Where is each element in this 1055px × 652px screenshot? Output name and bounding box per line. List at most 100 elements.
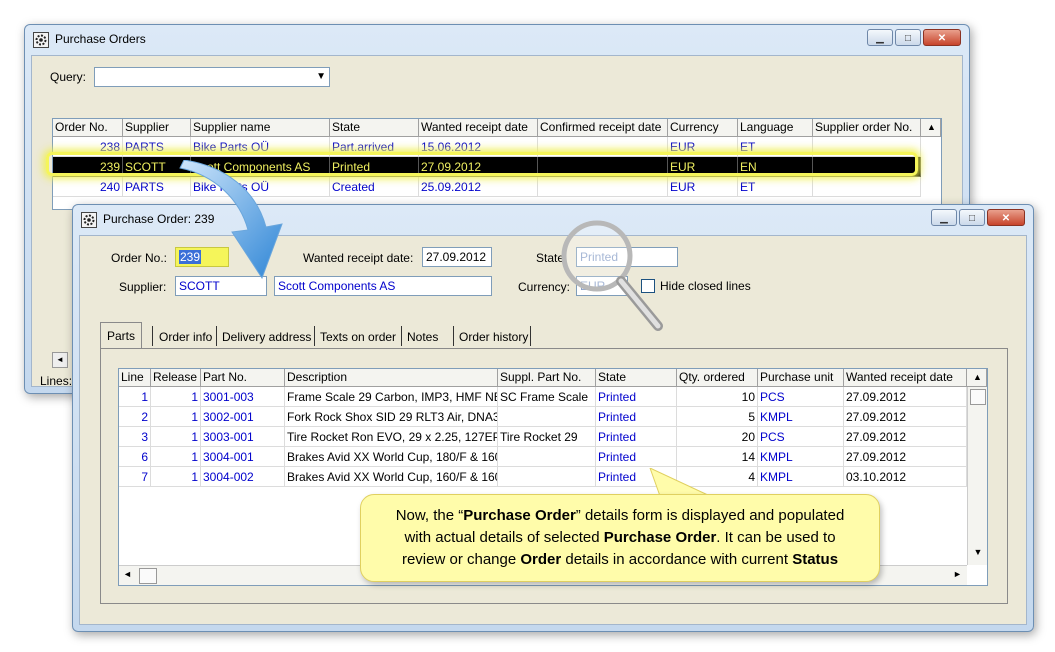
table-row[interactable]: 1 1 3001-003 Frame Scale 29 Carbon, IMP3, H… bbox=[119, 387, 967, 407]
callout-line: review or change Order details in accord… bbox=[361, 549, 879, 571]
table-row[interactable]: 7 1 3004-002 Brakes Avid XX World Cup, 160/… bbox=[119, 467, 967, 487]
cell-qty: 20 bbox=[677, 427, 758, 447]
table-row[interactable]: 6 1 3004-001 Brakes Avid XX World Cup, 180/… bbox=[119, 447, 967, 467]
cell-unit: PCS bbox=[758, 387, 844, 407]
cell-desc: Fork Rock Shox SID 29 RLT3 Air, DNA3 bbox=[285, 407, 498, 427]
cell-confirmed bbox=[538, 177, 668, 197]
cell-desc: Tire Rocket Ron EVO, 29 x 2.25, 127EPI bbox=[285, 427, 498, 447]
cell-wanted: 27.09.2012 bbox=[844, 407, 967, 427]
tab-parts[interactable]: Parts bbox=[100, 322, 143, 349]
scroll-down-icon[interactable]: ▼ bbox=[968, 547, 987, 557]
col-order-no[interactable]: Order No. bbox=[53, 119, 123, 137]
cell-state: Printed bbox=[596, 387, 677, 407]
cell-desc: Brakes Avid XX World Cup, 180/F & 160 bbox=[285, 447, 498, 467]
col-supplier-order[interactable]: Supplier order No. bbox=[813, 119, 921, 137]
cell-unit: KMPL bbox=[758, 467, 844, 487]
window-title: Purchase Orders bbox=[55, 32, 146, 46]
col-purchase-unit[interactable]: Purchase unit bbox=[758, 369, 844, 387]
col-supplier[interactable]: Supplier bbox=[123, 119, 191, 137]
tab-delivery-address[interactable]: Delivery address bbox=[216, 324, 317, 350]
col-description[interactable]: Description bbox=[285, 369, 498, 387]
gear-icon bbox=[33, 32, 49, 48]
callout-line: with actual details of selected Purchase… bbox=[361, 527, 879, 549]
cell-qty: 5 bbox=[677, 407, 758, 427]
cell-suppl bbox=[498, 447, 596, 467]
scroll-up-icon[interactable]: ▲ bbox=[967, 369, 987, 387]
cell-unit: KMPL bbox=[758, 407, 844, 427]
tab-divider bbox=[530, 326, 531, 346]
scroll-thumb[interactable] bbox=[970, 389, 986, 405]
col-release[interactable]: Release bbox=[151, 369, 201, 387]
cell-suppl: Tire Rocket 29 bbox=[498, 427, 596, 447]
close-button[interactable]: ✕ bbox=[923, 29, 961, 46]
cell-state: Created bbox=[330, 177, 419, 197]
cell-release: 1 bbox=[151, 447, 201, 467]
scroll-right-icon[interactable]: ► bbox=[953, 569, 962, 579]
maximize-button[interactable]: □ bbox=[895, 29, 921, 46]
order-no-label: Order No.: bbox=[111, 251, 168, 265]
col-supplier-name[interactable]: Supplier name bbox=[191, 119, 330, 137]
cell-desc: Frame Scale 29 Carbon, IMP3, HMF NET bbox=[285, 387, 498, 407]
tab-order-history[interactable]: Order history bbox=[453, 324, 534, 350]
tab-texts-on-order[interactable]: Texts on order bbox=[314, 324, 402, 350]
query-dropdown[interactable]: ▼ bbox=[94, 67, 330, 87]
cell-part: 3002-001 bbox=[201, 407, 285, 427]
scroll-left-icon[interactable]: ◄ bbox=[52, 352, 68, 368]
curved-arrow-icon bbox=[179, 160, 283, 280]
cell-release: 1 bbox=[151, 427, 201, 447]
cell-qty: 10 bbox=[677, 387, 758, 407]
callout-note: Now, the “Purchase Order” details form i… bbox=[360, 494, 880, 582]
cell-state: Printed bbox=[596, 407, 677, 427]
col-state[interactable]: State bbox=[596, 369, 677, 387]
col-confirmed-date[interactable]: Confirmed receipt date bbox=[538, 119, 668, 137]
tab-notes[interactable]: Notes bbox=[401, 324, 444, 350]
cell-language: ET bbox=[738, 177, 813, 197]
cell-wanted: 27.09.2012 bbox=[844, 427, 967, 447]
supplier-name-field: Scott Components AS bbox=[274, 276, 492, 296]
wanted-date-label: Wanted receipt date: bbox=[303, 251, 414, 265]
tab-order-info[interactable]: Order info bbox=[153, 324, 218, 350]
callout-text: review or change bbox=[401, 551, 521, 568]
supplier-label: Supplier: bbox=[119, 280, 167, 294]
cell-suppl bbox=[498, 467, 596, 487]
scroll-left-icon[interactable]: ◄ bbox=[123, 569, 132, 579]
scroll-up-icon[interactable]: ▲ bbox=[921, 119, 941, 137]
cell-release: 1 bbox=[151, 407, 201, 427]
col-wanted-date[interactable]: Wanted receipt date bbox=[844, 369, 967, 387]
cell-line: 3 bbox=[119, 427, 151, 447]
col-part-no[interactable]: Part No. bbox=[201, 369, 285, 387]
vertical-scrollbar[interactable]: ▼ bbox=[967, 387, 987, 565]
col-line[interactable]: Line bbox=[119, 369, 151, 387]
callout-line: Now, the “Purchase Order” details form i… bbox=[361, 505, 879, 527]
cell-qty: 14 bbox=[677, 447, 758, 467]
cell-release: 1 bbox=[151, 387, 201, 407]
cell-line: 2 bbox=[119, 407, 151, 427]
cell-supplier-order bbox=[813, 177, 921, 197]
wanted-date-field[interactable]: 27.09.2012 bbox=[422, 247, 492, 267]
cell-wanted: 03.10.2012 bbox=[844, 467, 967, 487]
table-row[interactable]: 3 1 3003-001 Tire Rocket Ron EVO, 29 x 2.25… bbox=[119, 427, 967, 447]
maximize-button[interactable]: □ bbox=[959, 209, 985, 226]
table-row[interactable]: 2 1 3002-001 Fork Rock Shox SID 29 RLT3 Air… bbox=[119, 407, 967, 427]
col-suppl-part-no[interactable]: Suppl. Part No. bbox=[498, 369, 596, 387]
col-wanted-date[interactable]: Wanted receipt date bbox=[419, 119, 538, 137]
cell-currency: EUR bbox=[668, 177, 738, 197]
cell-wanted: 25.09.2012 bbox=[419, 177, 538, 197]
col-qty-ordered[interactable]: Qty. ordered bbox=[677, 369, 758, 387]
scroll-thumb[interactable] bbox=[139, 568, 157, 584]
callout-text: with actual details of selected bbox=[404, 529, 604, 546]
cell-desc: Brakes Avid XX World Cup, 160/F & 160 bbox=[285, 467, 498, 487]
col-language[interactable]: Language bbox=[738, 119, 813, 137]
minimize-button[interactable]: ▁ bbox=[931, 209, 957, 226]
close-button[interactable]: ✕ bbox=[987, 209, 1025, 226]
col-currency[interactable]: Currency bbox=[668, 119, 738, 137]
cell-state: Printed bbox=[596, 447, 677, 467]
cell-part: 3003-001 bbox=[201, 427, 285, 447]
gear-icon bbox=[81, 212, 97, 228]
col-state[interactable]: State bbox=[330, 119, 419, 137]
cell-part: 3004-001 bbox=[201, 447, 285, 467]
title-bar[interactable]: Purchase Orders ▁ □ ✕ bbox=[25, 25, 969, 55]
cell-wanted: 27.09.2012 bbox=[844, 447, 967, 467]
minimize-button[interactable]: ▁ bbox=[867, 29, 893, 46]
callout-bold: Status bbox=[792, 551, 839, 568]
